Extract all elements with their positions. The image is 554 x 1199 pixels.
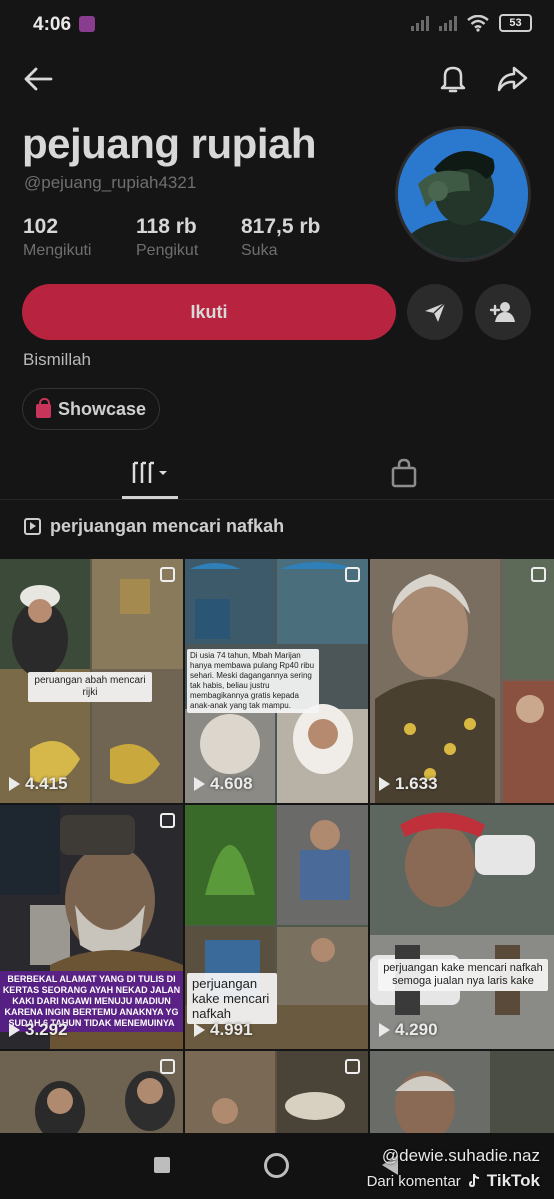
video-caption: Di usia 74 tahun, Mbah Marijan hanya mem…	[187, 649, 319, 713]
play-icon	[194, 1023, 205, 1037]
stat-label: Suka	[241, 242, 278, 259]
view-count: 4.991	[194, 1020, 253, 1040]
status-time: 4:06	[33, 14, 72, 35]
video-tile[interactable]: peruangan abah mencari rijki 4.415	[0, 559, 183, 803]
avatar-image	[398, 129, 528, 259]
stat-label: Mengikuti	[23, 242, 92, 259]
bell-icon	[440, 66, 466, 93]
notification-app-icon	[79, 16, 95, 32]
video-tile[interactable]	[185, 1051, 368, 1133]
tiktok-logo-icon	[468, 1174, 479, 1187]
stat-value: 817,5 rb	[241, 215, 321, 238]
battery-icon: 53	[499, 14, 532, 32]
signal-icon	[411, 15, 429, 31]
play-icon	[379, 1023, 390, 1037]
video-tile[interactable]	[370, 1051, 554, 1133]
view-count-value: 4.290	[395, 1020, 438, 1039]
view-count: 4.415	[9, 774, 68, 794]
grid-icon	[132, 461, 167, 483]
multi-video-icon	[345, 1059, 360, 1074]
shopping-bag-icon	[391, 458, 417, 488]
content-tabs	[0, 448, 554, 500]
avatar[interactable]	[395, 126, 531, 262]
playlist-title: perjuangan mencari nafkah	[50, 516, 285, 536]
video-tile[interactable]: 1.633	[370, 559, 554, 803]
stat-followers[interactable]: 118 rb Pengikut	[136, 215, 198, 260]
view-count: 4.290	[379, 1020, 438, 1040]
view-count-value: 1.633	[395, 774, 438, 793]
video-grid: peruangan abah mencari rijki 4.415 Di us…	[0, 559, 554, 1133]
multi-video-icon	[160, 813, 175, 828]
video-tile[interactable]: perjuangan kake mencari nafkah semoga ju…	[370, 805, 554, 1049]
watermark-line: Dari komentar TikTok	[367, 1171, 540, 1191]
active-tab-indicator	[122, 496, 178, 499]
play-icon	[9, 777, 20, 791]
playlist-header[interactable]: perjuangan mencari nafkah	[24, 516, 284, 537]
view-count: 1.633	[379, 774, 438, 794]
stat-value: 102	[23, 215, 59, 238]
stat-label: Pengikut	[136, 242, 199, 259]
view-count-value: 4.608	[210, 774, 253, 793]
video-caption: peruangan abah mencari rijki	[28, 672, 152, 702]
play-icon	[379, 777, 390, 791]
multi-video-icon	[160, 567, 175, 582]
recents-button[interactable]	[154, 1157, 170, 1173]
back-button[interactable]	[18, 59, 58, 99]
follow-button[interactable]: Ikuti	[22, 284, 396, 340]
showcase-label: Showcase	[58, 398, 147, 419]
notification-button[interactable]	[433, 59, 473, 99]
multi-video-icon	[345, 567, 360, 582]
play-icon	[194, 777, 205, 791]
playlist-icon	[24, 518, 41, 535]
stat-likes[interactable]: 817,5 rb Suka	[241, 215, 320, 260]
video-thumbnail	[185, 1051, 368, 1133]
tab-shop[interactable]	[376, 448, 432, 498]
multi-video-icon	[531, 567, 546, 582]
video-thumbnail	[0, 1051, 183, 1133]
video-tile[interactable]: BERBEKAL ALAMAT YANG DI TULIS DI KERTAS …	[0, 805, 183, 1049]
multi-video-icon	[160, 1059, 175, 1074]
video-thumbnail	[370, 805, 554, 1049]
add-user-icon	[489, 302, 515, 322]
share-arrow-icon	[497, 66, 528, 92]
status-icons: 53	[411, 14, 532, 32]
view-count-value: 4.991	[210, 1020, 253, 1039]
watermark-prefix: Dari komentar	[366, 1172, 461, 1190]
signal-2-icon	[439, 15, 457, 31]
video-thumbnail	[370, 1051, 554, 1133]
send-icon	[425, 302, 446, 322]
watermark-brand: TikTok	[486, 1171, 540, 1190]
profile-bio: Bismillah	[23, 350, 92, 369]
video-tile[interactable]	[0, 1051, 183, 1133]
showcase-button[interactable]: Showcase	[22, 388, 161, 430]
tab-videos[interactable]	[122, 448, 178, 498]
video-caption: perjuangan kake mencari nafkah	[187, 973, 277, 1024]
profile-handle: @pejuang_rupiah4321	[24, 173, 197, 192]
home-button[interactable]	[264, 1153, 289, 1178]
arrow-left-icon	[24, 67, 53, 91]
shopping-bag-icon	[36, 397, 51, 418]
play-icon	[9, 1023, 20, 1037]
view-count-value: 3.292	[25, 1020, 68, 1039]
video-thumbnail	[370, 559, 554, 803]
wifi-icon	[467, 14, 489, 32]
view-count-value: 4.415	[25, 774, 68, 793]
stat-value: 118 rb	[136, 215, 197, 238]
status-bar: 4:06 53	[0, 0, 554, 50]
watermark-username: @dewie.suhadie.naz	[381, 1146, 540, 1165]
video-tile[interactable]: perjuangan kake mencari nafkah 4.991	[185, 805, 368, 1049]
top-bar	[0, 55, 554, 103]
video-tile[interactable]: Di usia 74 tahun, Mbah Marijan hanya mem…	[185, 559, 368, 803]
video-caption: perjuangan kake mencari nafkah semoga ju…	[378, 959, 548, 991]
stat-following[interactable]: 102 Mengikuti	[23, 215, 91, 260]
view-count: 3.292	[9, 1020, 68, 1040]
profile-name: pejuang rupiah	[22, 120, 317, 167]
add-friend-button[interactable]	[475, 284, 531, 340]
message-button[interactable]	[407, 284, 463, 340]
view-count: 4.608	[194, 774, 253, 794]
share-button[interactable]	[492, 59, 532, 99]
